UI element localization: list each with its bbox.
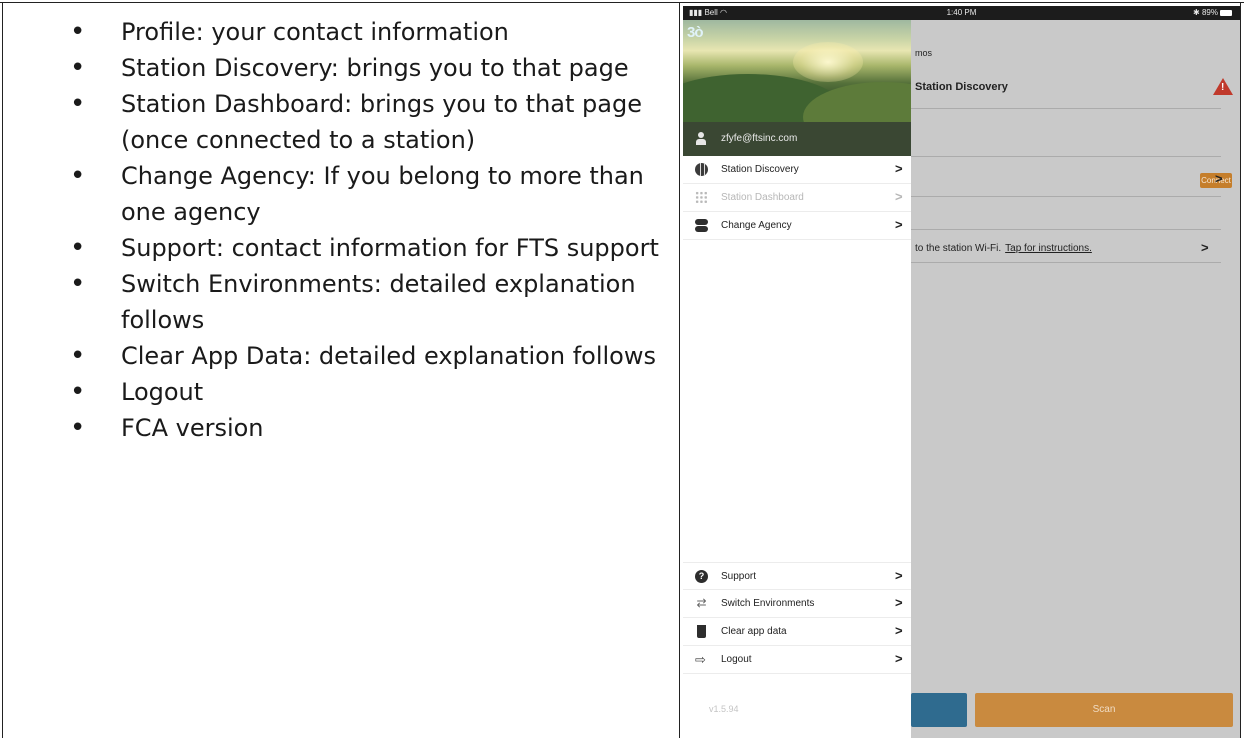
chevron-right-icon: >	[895, 189, 903, 204]
menu-item-station-discovery[interactable]: Station Discovery >	[683, 156, 911, 184]
divider	[911, 229, 1221, 230]
menu-item-station-dashboard[interactable]: Station Dashboard >	[683, 184, 911, 212]
bullet-switch-environments: Switch Environments: detailed explanatio…	[0, 266, 676, 338]
drawer-header-image: 3ò	[683, 20, 911, 122]
document-table: Profile: your contact information Statio…	[0, 0, 1244, 738]
background-screen: mos Station Discovery ! Connect > to the…	[911, 20, 1240, 738]
profile-row[interactable]: zfyfe@ftsinc.com	[683, 122, 911, 156]
chevron-right-icon: >	[895, 595, 903, 610]
chevron-right-icon: >	[895, 568, 903, 583]
toggle-icon	[695, 219, 708, 232]
table-border-middle	[679, 2, 680, 738]
status-bar: ▮▮▮ Bell ◠ 1:40 PM ✱ 89%	[683, 6, 1240, 20]
battery-indicator: ✱ 89%	[1193, 8, 1232, 17]
bullet-station-dashboard: Station Dashboard: brings you to that pa…	[0, 86, 676, 158]
blue-action-button[interactable]	[911, 693, 967, 727]
table-border-right	[1240, 2, 1241, 738]
bullet-fca-version: FCA version	[0, 410, 676, 446]
app-name-fragment: mos	[915, 48, 933, 58]
table-border-top	[0, 2, 1244, 3]
user-icon	[695, 132, 707, 146]
logout-icon: ⇨	[695, 652, 706, 667]
chevron-right-icon: >	[895, 623, 903, 638]
screen-title: Station Discovery	[915, 81, 1008, 93]
clock: 1:40 PM	[946, 8, 977, 17]
instructions-link[interactable]: Tap for instructions.	[1005, 243, 1092, 254]
battery-icon	[1220, 9, 1232, 16]
chevron-right-icon: >	[895, 651, 903, 666]
feature-bullet-list: Profile: your contact information Statio…	[0, 14, 676, 446]
menu-item-clear-app-data[interactable]: Clear app data >	[683, 618, 911, 646]
menu-label: Change Agency	[721, 220, 792, 231]
menu-label: Station Dashboard	[721, 192, 804, 203]
grid-icon	[695, 191, 708, 204]
menu-label: Switch Environments	[721, 598, 815, 609]
bullet-support: Support: contact information for FTS sup…	[0, 230, 676, 266]
chevron-right-icon[interactable]: >	[1215, 171, 1223, 186]
divider	[911, 156, 1221, 157]
chevron-right-icon: >	[895, 161, 903, 176]
bullet-profile: Profile: your contact information	[0, 14, 676, 50]
scan-button[interactable]: Scan	[975, 693, 1233, 727]
app-version: v1.5.94	[709, 704, 739, 714]
switch-arrows-icon: ⇄	[696, 596, 707, 610]
chevron-right-icon: >	[895, 217, 903, 232]
bullet-change-agency: Change Agency: If you belong to more tha…	[0, 158, 676, 230]
question-icon: ?	[695, 570, 708, 583]
menu-item-logout[interactable]: ⇨ Logout >	[683, 646, 911, 674]
menu-label: Clear app data	[721, 626, 787, 637]
warning-icon[interactable]: !	[1213, 78, 1233, 95]
bullet-logout: Logout	[0, 374, 676, 410]
menu-label: Station Discovery	[721, 164, 799, 175]
user-email: zfyfe@ftsinc.com	[721, 133, 798, 144]
divider	[911, 262, 1221, 263]
menu-label: Logout	[721, 654, 752, 665]
app-logo: 3ò	[687, 24, 703, 41]
trash-icon	[697, 625, 706, 638]
app-screenshot: ▮▮▮ Bell ◠ 1:40 PM ✱ 89% mos Station Dis…	[683, 6, 1240, 738]
divider	[911, 196, 1221, 197]
bullet-clear-app-data: Clear App Data: detailed explanation fol…	[0, 338, 676, 374]
globe-icon	[695, 163, 708, 176]
sunlight	[793, 42, 863, 82]
menu-item-switch-environments[interactable]: ⇄ Switch Environments >	[683, 590, 911, 618]
menu-label: Support	[721, 571, 757, 582]
wifi-instructions: to the station Wi-Fi. Tap for instruction…	[915, 243, 1092, 254]
menu-item-support[interactable]: ? Support >	[683, 562, 911, 590]
side-drawer: 3ò zfyfe@ftsinc.com Station Discovery > …	[683, 20, 911, 738]
menu-item-change-agency[interactable]: Change Agency >	[683, 212, 911, 240]
chevron-right-icon[interactable]: >	[1201, 240, 1209, 255]
bullet-station-discovery: Station Discovery: brings you to that pa…	[0, 50, 676, 86]
divider	[911, 108, 1221, 109]
